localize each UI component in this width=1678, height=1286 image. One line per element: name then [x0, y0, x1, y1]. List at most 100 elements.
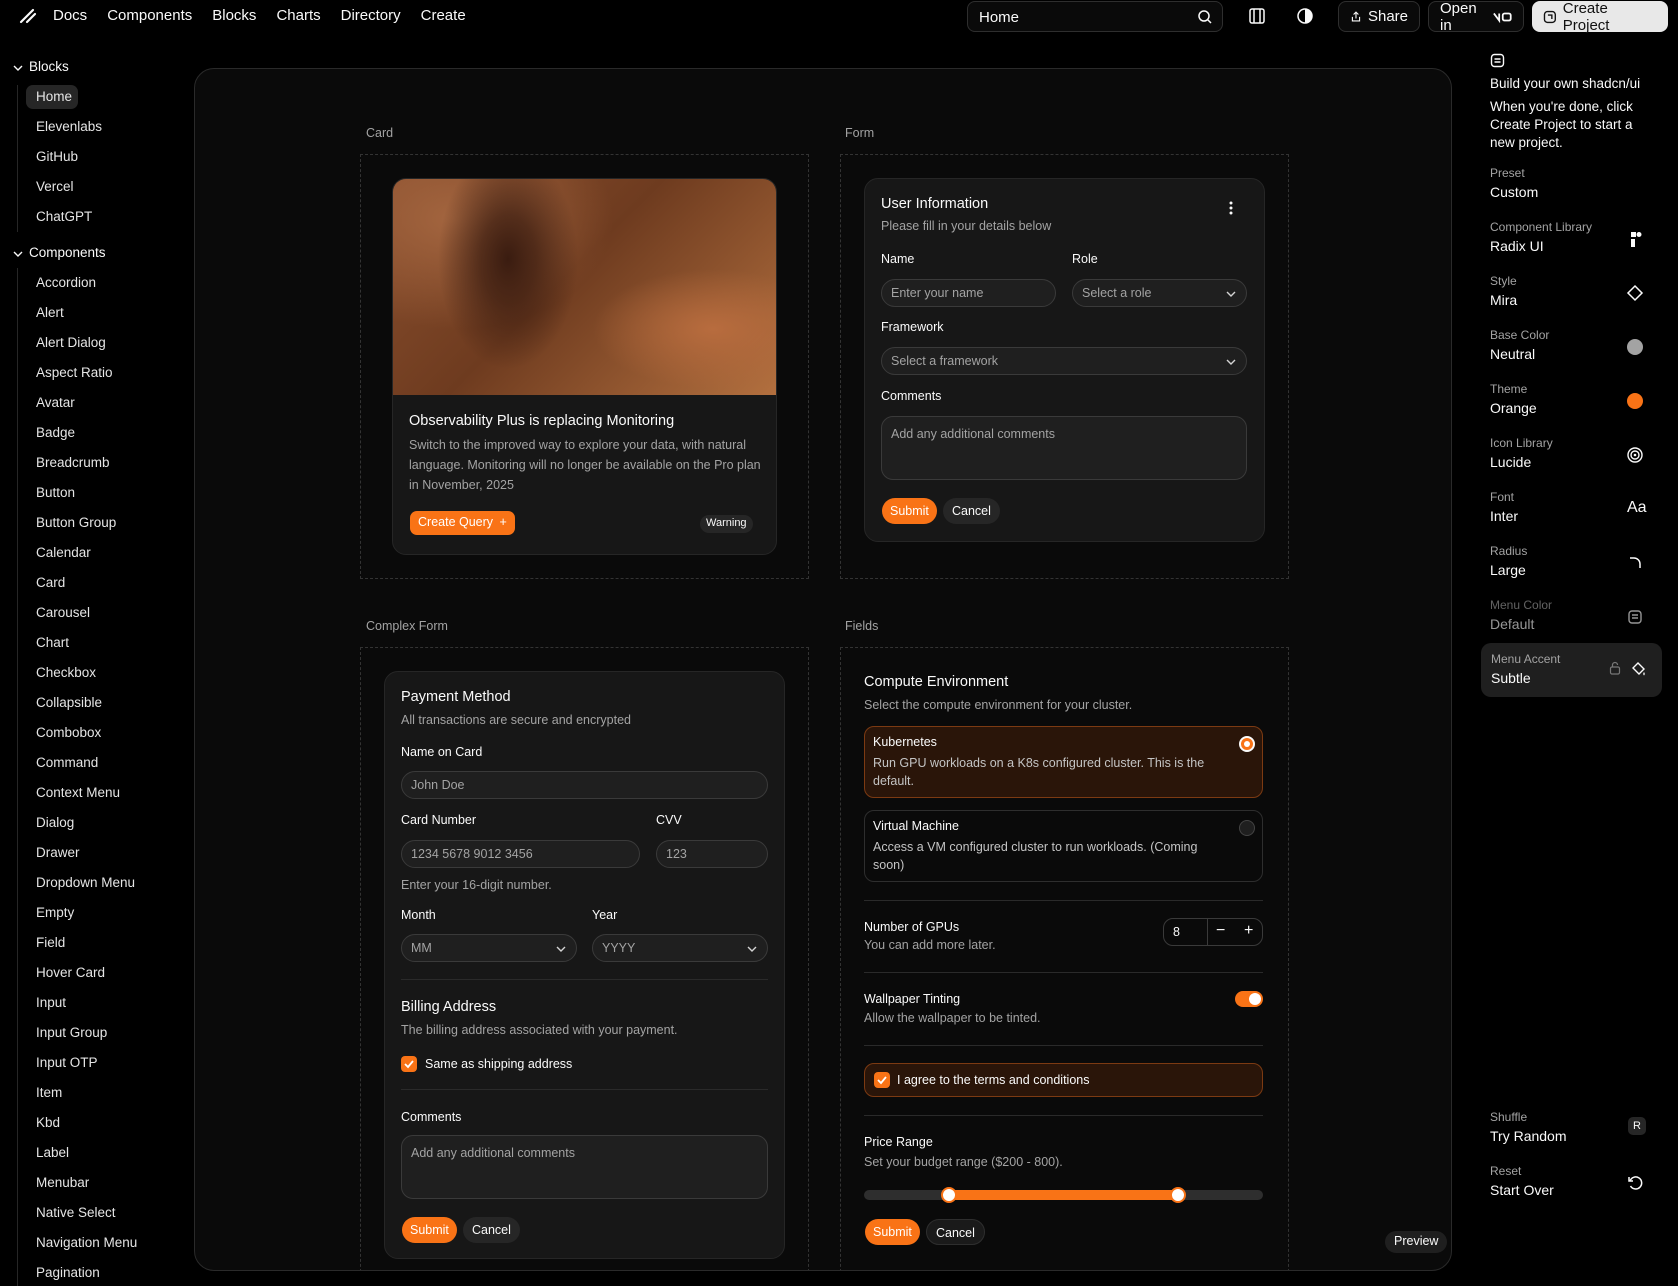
- reset-row[interactable]: Reset Start Over: [1480, 1164, 1660, 1214]
- fields-submit-button[interactable]: Submit: [865, 1219, 920, 1245]
- price-slider-track[interactable]: [864, 1187, 1263, 1203]
- more-vertical-icon[interactable]: [1229, 201, 1233, 215]
- sidebar-item-button[interactable]: Button: [26, 478, 190, 508]
- sidebar-item-badge[interactable]: Badge: [26, 418, 190, 448]
- theme-row[interactable]: Theme Orange: [1480, 382, 1660, 432]
- same-as-shipping-checkbox[interactable]: [401, 1056, 417, 1072]
- vm-radio[interactable]: [1239, 820, 1255, 836]
- nav-docs[interactable]: Docs: [53, 7, 87, 24]
- sidebar-item-alert-dialog[interactable]: Alert Dialog: [26, 328, 190, 358]
- sidebar-item-alert[interactable]: Alert: [26, 298, 190, 328]
- create-query-button[interactable]: Create Query +: [410, 511, 515, 535]
- sidebar-item-card[interactable]: Card: [26, 568, 190, 598]
- sidebar-item-chatgpt[interactable]: ChatGPT: [26, 202, 190, 232]
- sidebar-item-carousel[interactable]: Carousel: [26, 598, 190, 628]
- sidebar-item-dialog[interactable]: Dialog: [26, 808, 190, 838]
- search-input[interactable]: Home: [967, 1, 1223, 32]
- component-library-row[interactable]: Component Library Radix UI: [1480, 220, 1660, 270]
- sidebar-item-label[interactable]: Label: [26, 1138, 190, 1168]
- form-cancel-button[interactable]: Cancel: [943, 498, 1000, 524]
- sidebar-item-github[interactable]: GitHub: [26, 142, 190, 172]
- fields-cancel-button[interactable]: Cancel: [926, 1219, 985, 1245]
- role-select[interactable]: Select a role: [1072, 279, 1247, 307]
- sidebar-item-menubar[interactable]: Menubar: [26, 1168, 190, 1198]
- sidebar-item-avatar[interactable]: Avatar: [26, 388, 190, 418]
- sidebar-item-elevenlabs[interactable]: Elevenlabs: [26, 112, 190, 142]
- form-submit-button[interactable]: Submit: [882, 498, 937, 524]
- sidebar-item-context-menu[interactable]: Context Menu: [26, 778, 190, 808]
- cvv-input[interactable]: 123: [656, 840, 768, 868]
- plus-icon[interactable]: +: [1244, 922, 1253, 940]
- nav-charts[interactable]: Charts: [276, 7, 320, 24]
- sidebar-item-collapsible[interactable]: Collapsible: [26, 688, 190, 718]
- payment-cancel-button[interactable]: Cancel: [463, 1217, 520, 1243]
- gpu-count-input[interactable]: 8: [1173, 925, 1180, 939]
- font-row[interactable]: Font Inter Aa: [1480, 490, 1660, 540]
- menu-color-row[interactable]: Menu Color Default: [1480, 598, 1660, 648]
- sidebar-item-item[interactable]: Item: [26, 1078, 190, 1108]
- kubernetes-radio[interactable]: [1239, 736, 1255, 752]
- sidebar-item-input-otp[interactable]: Input OTP: [26, 1048, 190, 1078]
- base-color-row[interactable]: Base Color Neutral: [1480, 328, 1660, 378]
- framework-select[interactable]: Select a framework: [881, 347, 1247, 375]
- preset-row[interactable]: Preset Custom: [1480, 166, 1660, 216]
- year-select[interactable]: YYYY: [592, 934, 768, 962]
- shuffle-row[interactable]: Shuffle Try Random R: [1480, 1110, 1660, 1160]
- sidebar-item-breadcrumb[interactable]: Breadcrumb: [26, 448, 190, 478]
- sidebar-item-chart[interactable]: Chart: [26, 628, 190, 658]
- tint-toggle[interactable]: [1235, 991, 1263, 1007]
- terms-checkbox[interactable]: [874, 1072, 890, 1088]
- sidebar-item-drawer[interactable]: Drawer: [26, 838, 190, 868]
- sidebar-item-home[interactable]: Home: [26, 85, 78, 109]
- sidebar-item-empty[interactable]: Empty: [26, 898, 190, 928]
- name-on-card-input[interactable]: John Doe: [401, 771, 768, 799]
- theme-toggle-icon[interactable]: [1295, 6, 1315, 26]
- sidebar-item-button-group[interactable]: Button Group: [26, 508, 190, 538]
- create-project-button[interactable]: Create Project: [1532, 0, 1668, 34]
- card-number-input[interactable]: 1234 5678 9012 3456: [401, 840, 640, 868]
- payment-comments-textarea[interactable]: Add any additional comments: [401, 1135, 768, 1199]
- sidebar-item-checkbox[interactable]: Checkbox: [26, 658, 190, 688]
- same-as-shipping-label[interactable]: Same as shipping address: [425, 1057, 572, 1071]
- share-button[interactable]: Share: [1338, 1, 1420, 32]
- sidebar-item-command[interactable]: Command: [26, 748, 190, 778]
- nav-directory[interactable]: Directory: [341, 7, 401, 24]
- sidebar-item-combobox[interactable]: Combobox: [26, 718, 190, 748]
- sidebar-item-input-group[interactable]: Input Group: [26, 1018, 190, 1048]
- sidebar-item-vercel[interactable]: Vercel: [26, 172, 190, 202]
- nav-components[interactable]: Components: [107, 7, 192, 24]
- sidebar-item-calendar[interactable]: Calendar: [26, 538, 190, 568]
- sidebar-item-native-select[interactable]: Native Select: [26, 1198, 190, 1228]
- sidebar-item-input[interactable]: Input: [26, 988, 190, 1018]
- open-in-v0-button[interactable]: Open in: [1428, 0, 1524, 34]
- sidebar-item-hover-card[interactable]: Hover Card: [26, 958, 190, 988]
- sidebar-blocks-header[interactable]: Blocks: [0, 56, 190, 82]
- lock-open-icon[interactable]: [1608, 661, 1622, 675]
- sidebar-item-aspect-ratio[interactable]: Aspect Ratio: [26, 358, 190, 388]
- sidebar-item-accordion[interactable]: Accordion: [26, 268, 190, 298]
- radius-row[interactable]: Radius Large: [1480, 544, 1660, 594]
- icon-library-row[interactable]: Icon Library Lucide: [1480, 436, 1660, 486]
- logo-icon[interactable]: [18, 7, 38, 25]
- payment-submit-button[interactable]: Submit: [402, 1217, 457, 1243]
- sidebar-item-kbd[interactable]: Kbd: [26, 1108, 190, 1138]
- nav-create[interactable]: Create: [421, 7, 466, 24]
- terms-field[interactable]: I agree to the terms and conditions: [864, 1063, 1263, 1097]
- sidebar-item-navigation-menu[interactable]: Navigation Menu: [26, 1228, 190, 1258]
- price-slider-max-thumb[interactable]: [1170, 1187, 1186, 1203]
- sidebar-components-header[interactable]: Components: [0, 242, 190, 268]
- radio-option-virtual-machine[interactable]: Virtual Machine Access a VM configured c…: [864, 810, 1263, 882]
- nav-blocks[interactable]: Blocks: [212, 7, 256, 24]
- radio-option-kubernetes[interactable]: Kubernetes Run GPU workloads on a K8s co…: [864, 726, 1263, 798]
- menu-accent-row[interactable]: Menu Accent Subtle: [1481, 643, 1662, 697]
- preview-button[interactable]: Preview: [1385, 1231, 1448, 1253]
- name-input[interactable]: Enter your name: [881, 279, 1056, 307]
- style-row[interactable]: Style Mira: [1480, 274, 1660, 324]
- sidebar-item-dropdown-menu[interactable]: Dropdown Menu: [26, 868, 190, 898]
- month-select[interactable]: MM: [401, 934, 577, 962]
- minus-icon[interactable]: −: [1216, 922, 1225, 940]
- price-slider-min-thumb[interactable]: [941, 1187, 957, 1203]
- panel-icon[interactable]: [1247, 6, 1267, 26]
- form-comments-textarea[interactable]: Add any additional comments: [881, 416, 1247, 480]
- sidebar-item-field[interactable]: Field: [26, 928, 190, 958]
